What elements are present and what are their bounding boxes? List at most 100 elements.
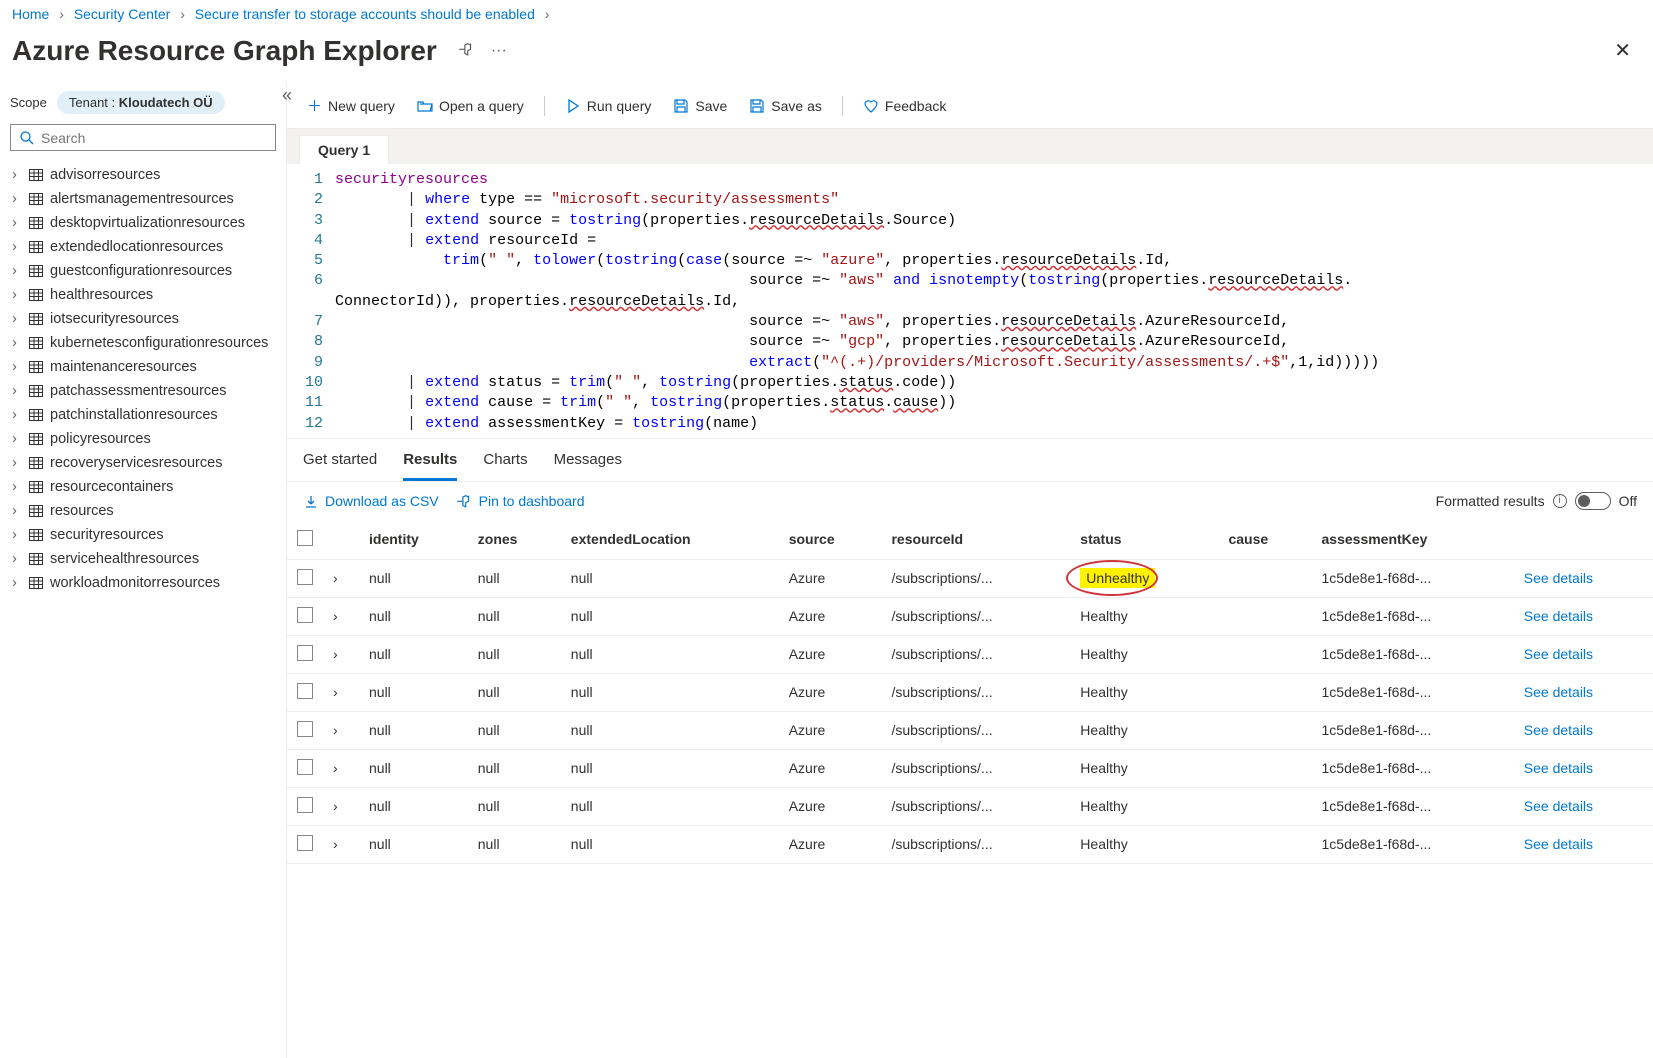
table-row[interactable]: ›nullnullnullAzure/subscriptions/...Heal… <box>287 711 1653 749</box>
sidebar-table-advisorresources[interactable]: ›advisorresources <box>10 163 276 187</box>
table-row[interactable]: ›nullnullnullAzure/subscriptions/...Heal… <box>287 673 1653 711</box>
row-checkbox[interactable] <box>287 597 323 635</box>
row-checkbox[interactable] <box>287 635 323 673</box>
breadcrumb-security-center[interactable]: Security Center <box>74 6 170 22</box>
table-row[interactable]: ›nullnullnullAzure/subscriptions/...Heal… <box>287 825 1653 863</box>
sidebar-table-patchinstallationresources[interactable]: ›patchinstallationresources <box>10 403 276 427</box>
download-csv-button[interactable]: Download as CSV <box>303 492 439 509</box>
see-details-link[interactable]: See details <box>1524 570 1593 586</box>
sidebar-table-guestconfigurationresources[interactable]: ›guestconfigurationresources <box>10 259 276 283</box>
expand-row-icon[interactable]: › <box>323 559 359 597</box>
expand-row-icon[interactable]: › <box>323 749 359 787</box>
save-as-button[interactable]: Save as <box>741 93 830 118</box>
see-details-link[interactable]: See details <box>1524 608 1593 624</box>
select-all-header[interactable] <box>287 520 323 560</box>
sidebar-table-desktopvirtualizationresources[interactable]: ›desktopvirtualizationresources <box>10 211 276 235</box>
sidebar-table-extendedlocationresources[interactable]: ›extendedlocationresources <box>10 235 276 259</box>
row-checkbox[interactable] <box>287 559 323 597</box>
table-row[interactable]: ›nullnullnullAzure/subscriptions/...Heal… <box>287 787 1653 825</box>
sidebar-table-healthresources[interactable]: ›healthresources <box>10 283 276 307</box>
tenant-pill[interactable]: Tenant : Kloudatech OÜ <box>57 91 225 114</box>
expand-row-icon[interactable]: › <box>323 825 359 863</box>
see-details-link[interactable]: See details <box>1524 646 1593 662</box>
close-icon[interactable]: ✕ <box>1604 34 1641 67</box>
cell-see-details[interactable]: See details <box>1514 597 1653 635</box>
tab-get-started[interactable]: Get started <box>303 451 377 481</box>
sidebar-table-resources[interactable]: ›resources <box>10 499 276 523</box>
tab-results[interactable]: Results <box>403 451 457 481</box>
col-status[interactable]: status <box>1070 520 1218 560</box>
editor-code[interactable]: securityresources | where type == "micro… <box>335 170 1653 434</box>
cell-zones: null <box>468 559 561 597</box>
table-row[interactable]: ›nullnullnullAzure/subscriptions/...Heal… <box>287 635 1653 673</box>
cell-see-details[interactable]: See details <box>1514 711 1653 749</box>
see-details-link[interactable]: See details <box>1524 836 1593 852</box>
col-cause[interactable]: cause <box>1218 520 1311 560</box>
expand-row-icon[interactable]: › <box>323 787 359 825</box>
expand-row-icon[interactable]: › <box>323 673 359 711</box>
more-icon[interactable]: ··· <box>483 38 515 64</box>
pin-icon[interactable] <box>451 38 483 64</box>
sidebar-table-alertsmanagementresources[interactable]: ›alertsmanagementresources <box>10 187 276 211</box>
table-row[interactable]: ›nullnullnullAzure/subscriptions/...Heal… <box>287 749 1653 787</box>
sidebar-table-servicehealthresources[interactable]: ›servicehealthresources <box>10 547 276 571</box>
sidebar-table-iotsecurityresources[interactable]: ›iotsecurityresources <box>10 307 276 331</box>
row-checkbox[interactable] <box>287 711 323 749</box>
cell-see-details[interactable]: See details <box>1514 825 1653 863</box>
query-editor[interactable]: 123456789101112 securityresources | wher… <box>287 164 1653 439</box>
cell-see-details[interactable]: See details <box>1514 635 1653 673</box>
sidebar-table-kubernetesconfigurationresources[interactable]: ›kubernetesconfigurationresources <box>10 331 276 355</box>
save-button[interactable]: Save <box>665 93 735 118</box>
search-input[interactable] <box>41 130 267 146</box>
col-source[interactable]: source <box>779 520 882 560</box>
sidebar-table-patchassessmentresources[interactable]: ›patchassessmentresources <box>10 379 276 403</box>
new-query-button[interactable]: ＋New query <box>299 91 403 120</box>
col-extendedLocation[interactable]: extendedLocation <box>561 520 779 560</box>
expand-row-icon[interactable]: › <box>323 635 359 673</box>
run-query-button[interactable]: Run query <box>557 93 660 118</box>
cell-identity: null <box>359 825 468 863</box>
cell-status: Unhealthy <box>1070 559 1218 597</box>
row-checkbox[interactable] <box>287 749 323 787</box>
breadcrumb-recommendation[interactable]: Secure transfer to storage accounts shou… <box>195 6 535 22</box>
col-resourceId[interactable]: resourceId <box>881 520 1070 560</box>
col-identity[interactable]: identity <box>359 520 468 560</box>
row-checkbox[interactable] <box>287 787 323 825</box>
cell-see-details[interactable]: See details <box>1514 559 1653 597</box>
result-tabs: Get started Results Charts Messages <box>287 439 1653 482</box>
row-checkbox[interactable] <box>287 825 323 863</box>
breadcrumb-home[interactable]: Home <box>12 6 49 22</box>
cell-zones: null <box>468 825 561 863</box>
expand-row-icon[interactable]: › <box>323 711 359 749</box>
sidebar-table-resourcecontainers[interactable]: ›resourcecontainers <box>10 475 276 499</box>
query-tab-1[interactable]: Query 1 <box>299 135 389 164</box>
cell-see-details[interactable]: See details <box>1514 673 1653 711</box>
row-checkbox[interactable] <box>287 673 323 711</box>
cell-zones: null <box>468 749 561 787</box>
formatted-results-toggle[interactable] <box>1575 492 1611 510</box>
collapse-sidebar-icon[interactable]: « <box>282 85 292 106</box>
cell-see-details[interactable]: See details <box>1514 787 1653 825</box>
sidebar-table-securityresources[interactable]: ›securityresources <box>10 523 276 547</box>
see-details-link[interactable]: See details <box>1524 722 1593 738</box>
see-details-link[interactable]: See details <box>1524 684 1593 700</box>
see-details-link[interactable]: See details <box>1524 760 1593 776</box>
see-details-link[interactable]: See details <box>1524 798 1593 814</box>
sidebar-table-workloadmonitorresources[interactable]: ›workloadmonitorresources <box>10 571 276 595</box>
feedback-button[interactable]: Feedback <box>855 93 954 118</box>
table-row[interactable]: ›nullnullnullAzure/subscriptions/...Unhe… <box>287 559 1653 597</box>
sidebar-table-policyresources[interactable]: ›policyresources <box>10 427 276 451</box>
info-icon[interactable]: i <box>1553 494 1567 508</box>
table-row[interactable]: ›nullnullnullAzure/subscriptions/...Heal… <box>287 597 1653 635</box>
tab-messages[interactable]: Messages <box>554 451 622 481</box>
col-zones[interactable]: zones <box>468 520 561 560</box>
expand-row-icon[interactable]: › <box>323 597 359 635</box>
open-query-button[interactable]: Open a query <box>409 93 532 118</box>
col-assessmentKey[interactable]: assessmentKey <box>1312 520 1514 560</box>
sidebar-search[interactable] <box>10 124 276 151</box>
cell-see-details[interactable]: See details <box>1514 749 1653 787</box>
sidebar-table-maintenanceresources[interactable]: ›maintenanceresources <box>10 355 276 379</box>
pin-dashboard-button[interactable]: Pin to dashboard <box>457 492 585 509</box>
sidebar-table-recoveryservicesresources[interactable]: ›recoveryservicesresources <box>10 451 276 475</box>
tab-charts[interactable]: Charts <box>483 451 527 481</box>
